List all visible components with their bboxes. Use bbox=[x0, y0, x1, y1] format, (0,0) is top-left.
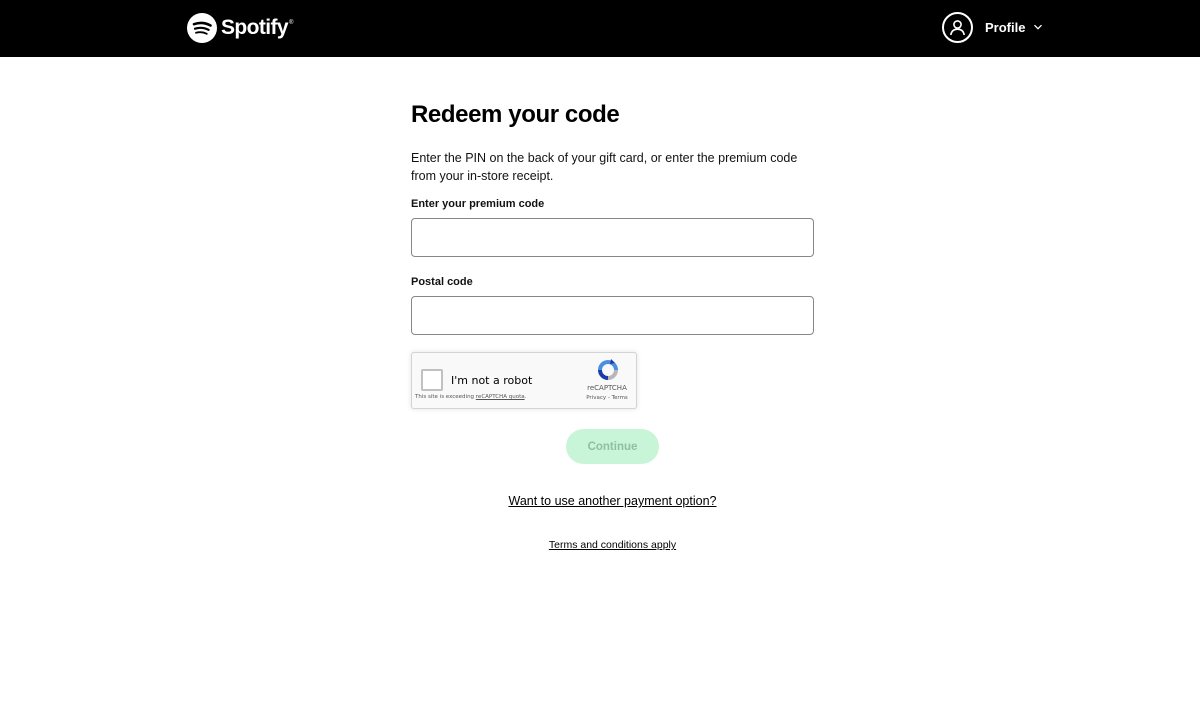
postal-code-input[interactable] bbox=[411, 296, 814, 335]
profile-label: Profile bbox=[985, 19, 1026, 35]
brand-name: Spotify bbox=[221, 15, 289, 39]
another-payment-link[interactable]: Want to use another payment option? bbox=[411, 494, 814, 508]
top-navigation-bar: Spotify ® Profile bbox=[0, 0, 1200, 57]
recaptcha-checkbox[interactable] bbox=[421, 369, 443, 391]
premium-code-input[interactable] bbox=[411, 218, 814, 257]
chevron-down-icon bbox=[1034, 24, 1043, 30]
recaptcha-note-prefix: This site is exceeding bbox=[415, 394, 476, 400]
continue-button[interactable]: Continue bbox=[566, 429, 659, 464]
recaptcha-logo-icon bbox=[598, 359, 618, 380]
recaptcha-label: I'm not a robot bbox=[451, 374, 533, 387]
postal-code-label: Postal code bbox=[411, 276, 473, 288]
recaptcha-quota-note: This site is exceeding reCAPTCHA quota. bbox=[415, 394, 526, 400]
profile-menu-button[interactable]: Profile bbox=[942, 11, 1043, 43]
spotify-logo-link[interactable]: Spotify ® bbox=[187, 12, 293, 43]
instructions-text: Enter the PIN on the back of your gift c… bbox=[411, 151, 798, 183]
spotify-logo-icon bbox=[187, 12, 217, 43]
recaptcha-note-suffix: . bbox=[524, 394, 527, 400]
avatar bbox=[942, 11, 973, 43]
premium-code-label: Enter your premium code bbox=[411, 198, 545, 210]
user-icon bbox=[950, 19, 965, 35]
recaptcha-privacy-terms[interactable]: Privacy - Terms bbox=[580, 395, 634, 401]
registered-mark: ® bbox=[288, 20, 294, 26]
recaptcha-widget: I'm not a robot This site is exceeding r… bbox=[411, 352, 637, 409]
page-title: Redeem your code bbox=[411, 101, 620, 128]
terms-link[interactable]: Terms and conditions apply bbox=[411, 539, 814, 551]
recaptcha-quota-link[interactable]: reCAPTCHA quota bbox=[476, 394, 525, 400]
recaptcha-brand: reCAPTCHA bbox=[587, 384, 627, 392]
